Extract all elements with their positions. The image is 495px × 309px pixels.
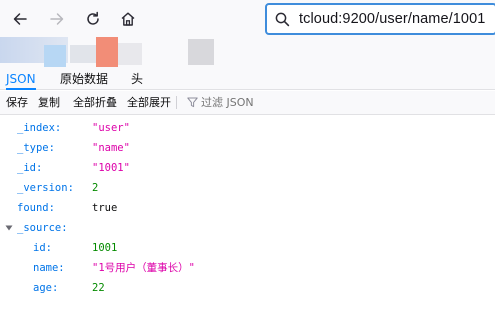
tab-raw-data[interactable]: 原始数据 [60,68,108,90]
home-icon [121,12,135,26]
json-row-source-age[interactable]: age: 22 [0,278,495,298]
home-button[interactable] [117,8,139,30]
json-key: id: [33,242,52,254]
json-value: true [92,202,118,214]
json-key: name: [33,262,65,274]
json-row-source[interactable]: _source: [0,218,495,238]
blurred-bookmark[interactable] [188,39,214,65]
collapse-all-button[interactable]: 全部折叠 [73,91,117,114]
browser-nav-bar: tcloud:9200/user/name/1001 [0,0,495,37]
json-key: _type: [17,142,55,154]
back-icon [13,13,27,25]
filter-json-input[interactable] [201,91,301,114]
bookmarks-bar [0,37,495,68]
json-row-version[interactable]: _version: 2 [0,178,495,198]
json-tree: _index: "user" _type: "name" _id: "1001"… [0,116,495,309]
json-value: 1001 [92,242,118,254]
json-value: 22 [92,282,105,294]
json-key: found: [17,202,55,214]
json-key: _id: [17,162,43,174]
reload-button[interactable] [82,8,104,30]
blurred-bookmark[interactable] [118,43,142,65]
filter-icon [187,97,198,108]
json-row-type[interactable]: _type: "name" [0,138,495,158]
search-icon [275,12,290,27]
json-value: "name" [92,142,130,154]
toolbar-divider [176,96,177,109]
save-button[interactable]: 保存 [6,91,28,114]
back-button[interactable] [9,8,31,30]
copy-button[interactable]: 复制 [38,91,60,114]
json-key: age: [33,282,59,294]
json-row-index[interactable]: _index: "user" [0,118,495,138]
reload-icon [87,11,99,25]
json-row-source-name[interactable]: name: "1号用户（董事长）" [0,258,495,278]
json-value: "user" [92,122,130,134]
expand-arrow-icon[interactable] [5,225,13,231]
tab-json[interactable]: JSON [6,68,36,90]
url-bar[interactable]: tcloud:9200/user/name/1001 [265,3,495,35]
blurred-bookmark[interactable] [96,37,118,67]
json-key: _version: [17,182,74,194]
json-key: _index: [17,122,62,134]
json-row-source-id[interactable]: id: 1001 [0,238,495,258]
blurred-bookmark [44,45,66,67]
expand-all-button[interactable]: 全部展开 [127,91,171,114]
forward-button[interactable] [46,8,68,30]
viewer-toolbar: 保存 复制 全部折叠 全部展开 [0,91,495,115]
json-key: _source: [17,222,68,234]
json-value: "1号用户（董事长）" [92,262,195,274]
url-text[interactable]: tcloud:9200/user/name/1001 [299,11,485,27]
json-row-found[interactable]: found: true [0,198,495,218]
json-value: "1001" [92,162,130,174]
viewer-tab-bar: JSON 原始数据 头 [0,68,495,90]
json-value: 2 [92,182,99,194]
forward-icon [50,13,64,25]
json-row-id[interactable]: _id: "1001" [0,158,495,178]
blurred-bookmark[interactable] [70,45,96,63]
tab-headers[interactable]: 头 [131,68,143,90]
